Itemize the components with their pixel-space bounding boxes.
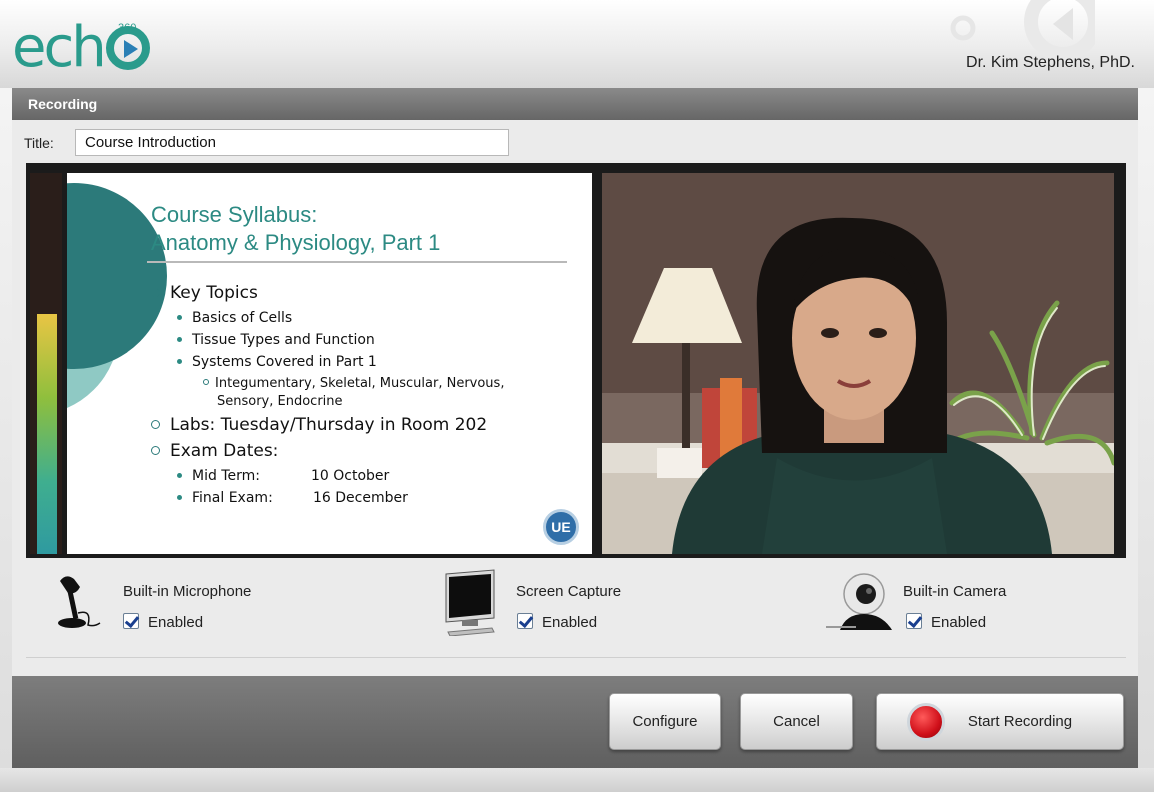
microphone-enabled-label[interactable]: Enabled [148, 614, 203, 631]
microphone-icon [58, 576, 101, 628]
camera-label: Built-in Camera [903, 583, 1007, 600]
microphone-label: Built-in Microphone [123, 583, 252, 600]
slide-bullet: Sensory, Endocrine [217, 394, 343, 409]
university-logo: UE [543, 509, 579, 545]
slide-bullet: Mid Term: [177, 468, 260, 484]
screen-capture-preview: Course Syllabus: Anatomy & Physiology, P… [67, 173, 592, 554]
slide-bullet: Integumentary, Skeletal, Muscular, Nervo… [203, 376, 504, 391]
title-label: Title: [24, 135, 54, 151]
title-input[interactable] [75, 129, 509, 156]
configure-button[interactable]: Configure [609, 693, 721, 750]
panel-divider [26, 657, 1126, 658]
slide-bullet: Key Topics [151, 283, 258, 303]
camera-feed-image [602, 173, 1114, 554]
screen-capture-label: Screen Capture [516, 583, 622, 600]
camera-enabled-label[interactable]: Enabled [931, 614, 986, 631]
microphone-enabled-checkbox[interactable] [123, 613, 139, 629]
monitor-icon [445, 569, 495, 636]
slide-title: Course Syllabus: Anatomy & Physiology, P… [151, 202, 441, 255]
start-recording-button[interactable]: Start Recording [876, 693, 1124, 750]
slide-bullet: Exam Dates: [151, 441, 278, 461]
slide-bullet: Final Exam: [177, 490, 273, 506]
watermark-logo-icon [950, 0, 1095, 60]
record-icon [907, 703, 945, 741]
slide-bullet: Basics of Cells [177, 310, 292, 326]
slide-bullet: Systems Covered in Part 1 [177, 354, 377, 370]
slide-date: 16 December [313, 490, 408, 506]
slide-divider [147, 261, 567, 263]
cancel-button[interactable]: Cancel [740, 693, 853, 750]
slide-bullet: Labs: Tuesday/Thursday in Room 202 [151, 415, 487, 435]
logo-superscript: 360 [118, 22, 137, 34]
window-bottom-edge [0, 768, 1154, 792]
audio-level-bar [37, 314, 57, 554]
camera-enabled-checkbox[interactable] [906, 613, 922, 629]
slide-bullet: Tissue Types and Function [177, 332, 375, 348]
slide-date: 10 October [311, 468, 390, 484]
webcam-icon [826, 573, 892, 630]
user-name: Dr. Kim Stephens, PhD. [966, 54, 1135, 71]
camera-preview [602, 173, 1114, 554]
screen-capture-enabled-checkbox[interactable] [517, 613, 533, 629]
panel-title: Recording [12, 88, 1138, 120]
screen-capture-enabled-label[interactable]: Enabled [542, 614, 597, 631]
